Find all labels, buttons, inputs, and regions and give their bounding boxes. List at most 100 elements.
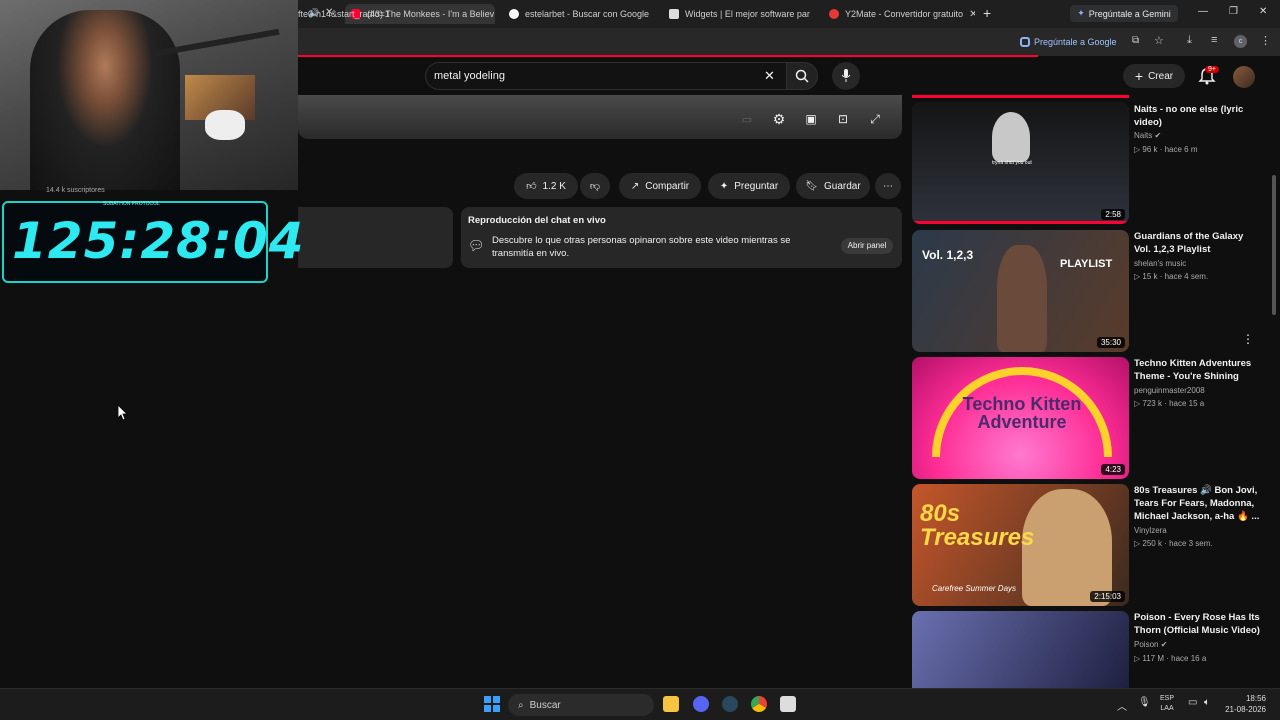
clock-time: 18:56 (1245, 694, 1266, 703)
video-duration: 35:30 (1096, 337, 1125, 348)
sidebar-progress (912, 95, 1129, 98)
recommendation-title[interactable]: Naits - no one else (lyric video) (1134, 103, 1260, 129)
thumbnail-subcaption: Carefree Summer Days (932, 584, 1017, 593)
taskbar-search[interactable]: ⌕ Buscar (508, 694, 654, 716)
recommendation-meta: ▷ 96 k · hace 6 m (1134, 145, 1198, 154)
search-button[interactable] (786, 62, 818, 90)
recommendation-channel[interactable]: Vinylzera (1134, 526, 1167, 535)
browser-tab-3[interactable]: Widgets | El mejor software par ✕ (665, 4, 815, 24)
tab-title: Y2Mate - Convertidor gratuito (845, 9, 964, 19)
clear-search-icon[interactable]: ✕ (764, 68, 775, 84)
recommendation-title[interactable]: Poison - Every Rose Has Its Thorn (Offic… (1134, 611, 1260, 637)
browser-menu-icon[interactable]: ⋮ (1260, 34, 1271, 47)
browser-tab-4[interactable]: Y2Mate - Convertidor gratuito ✕ (825, 4, 975, 24)
language-indicator[interactable]: ESP LAA (1160, 694, 1174, 714)
more-options-icon[interactable]: ⋮ (1242, 332, 1254, 346)
volume-icon[interactable]: 🔈︎ (1204, 697, 1210, 708)
recommendation-thumbnail[interactable] (912, 611, 1129, 688)
network-icon[interactable]: ▭ (1188, 697, 1197, 708)
recommendation-title[interactable]: Techno Kitten Adventures Theme - You're … (1134, 357, 1260, 383)
cat (205, 110, 245, 140)
view-count: 15 k (1142, 272, 1158, 281)
tab-title: estelarbet - Buscar con Google (525, 9, 650, 19)
recommendation-thumbnail[interactable]: 80s Treasures Carefree Summer Days 2:15:… (912, 484, 1129, 606)
sparkle-icon: ✦ (719, 180, 729, 192)
ask-label: Preguntar (734, 180, 779, 192)
page-scrollbar[interactable] (1272, 175, 1276, 315)
user-avatar[interactable] (1233, 66, 1255, 88)
maximize-button[interactable]: ❐ (1229, 6, 1238, 17)
clock-date: 21-08-2026 (1225, 705, 1266, 714)
thumbnail-caption: Vol. 1,2,3 (922, 248, 974, 262)
reading-list-icon[interactable]: ≡ (1211, 34, 1217, 46)
notification-badge: 9+ (1205, 66, 1219, 73)
upload-age: hace 6 m (1164, 145, 1198, 154)
close-icon[interactable]: ✕ (969, 9, 975, 20)
bookmark-star-icon[interactable]: ☆ (1154, 34, 1164, 47)
like-button[interactable]: 👍︎ 1.2 K (514, 173, 578, 199)
mouse-cursor-icon (118, 405, 128, 421)
taskbar-search-placeholder: Buscar (529, 699, 561, 711)
recommendation-channel[interactable]: Naits ✔ (1134, 131, 1161, 140)
ask-button[interactable]: ✦ Preguntar (708, 173, 790, 199)
thumbs-down-icon: 👎︎ (589, 181, 601, 192)
fullscreen-icon[interactable]: ⤢ (866, 110, 884, 128)
url-field[interactable]: fte0-h14&start_radio=1 (298, 9, 390, 19)
discord-icon[interactable] (693, 696, 709, 712)
video-duration: 2:58 (1101, 209, 1125, 220)
browser-tab-2[interactable]: estelarbet - Buscar con Google ✕ (505, 4, 655, 24)
gemini-button[interactable]: ✦ Pregúntale a Gemini (1070, 5, 1178, 22)
recommendation-thumbnail[interactable]: Techno Kitten Adventure 4:23 (912, 357, 1129, 479)
y2mate-icon (829, 9, 839, 19)
upload-age: hace 15 a (1169, 399, 1205, 408)
new-tab-button[interactable]: + (983, 5, 991, 21)
recommendation-title[interactable]: Guardians of the Galaxy Vol. 1,2,3 Playl… (1134, 230, 1260, 256)
recommendation-meta: ▷ 117 M · hace 16 a (1134, 654, 1207, 663)
settings-gear-icon[interactable]: ⚙ (770, 110, 788, 128)
recommendation-thumbnail[interactable]: tryna shut you out 2:58 (912, 102, 1129, 224)
description-box[interactable] (298, 207, 453, 268)
app-icon[interactable] (780, 696, 796, 712)
profile-icon[interactable]: c (1234, 35, 1247, 48)
recommendation-channel[interactable]: Poison ✔ (1134, 640, 1167, 649)
miniplayer-icon[interactable]: ▣ (802, 110, 820, 128)
gemini-label: Pregúntale a Gemini (1088, 8, 1171, 19)
dislike-button[interactable]: 👎︎ (580, 173, 610, 199)
share-icon: ↗ (630, 180, 640, 192)
recommendation-thumbnail[interactable]: Vol. 1,2,3 PLAYLIST 35:30 (912, 230, 1129, 352)
chevron-up-icon[interactable]: ︿ (1117, 698, 1127, 713)
download-icon[interactable]: ⤓ (1187, 34, 1192, 47)
open-panel-button[interactable]: Abrir panel (841, 238, 893, 254)
verified-icon: ✔ (1160, 640, 1168, 649)
install-icon[interactable]: ⧉ (1132, 35, 1139, 46)
google-icon (509, 9, 519, 19)
person-silhouette (30, 10, 180, 190)
channel-name: Naits (1134, 131, 1153, 140)
thumbnail-caption: 80s Treasures (920, 500, 1035, 551)
plus-icon: + (1134, 68, 1144, 84)
microphone-icon[interactable]: 🎙︎ (1138, 697, 1151, 708)
ask-google-button[interactable]: Pregúntale a Google (1020, 34, 1120, 50)
recommendation-channel[interactable]: penguinmaster2008 (1134, 386, 1205, 395)
webcam-overlay (0, 0, 298, 190)
share-button[interactable]: ↗ Compartir (619, 173, 701, 199)
create-button[interactable]: + Crear (1123, 64, 1185, 88)
clock[interactable]: 18:56 21-08-2026 (1224, 693, 1266, 715)
subtitles-icon[interactable]: ▭ (738, 110, 756, 128)
file-explorer-icon[interactable] (663, 696, 679, 712)
chrome-icon[interactable] (751, 696, 767, 712)
more-actions-button[interactable]: ⋯ (875, 173, 901, 199)
close-window-button[interactable]: ✕ (1259, 6, 1267, 17)
voice-search-button[interactable] (832, 62, 860, 90)
windows-start-icon[interactable] (484, 696, 500, 712)
save-button[interactable]: 🔖︎ Guardar (796, 173, 870, 199)
cast-icon[interactable]: ⊡ (834, 110, 852, 128)
more-horizontal-icon: ⋯ (883, 180, 893, 192)
recommendation-title[interactable]: 80s Treasures 🔊 Bon Jovi, Tears For Fear… (1134, 484, 1260, 523)
steam-icon[interactable] (722, 696, 738, 712)
recommendation-channel[interactable]: shelan's music (1134, 259, 1186, 268)
thumbnail-caption: Techno Kitten Adventure (962, 394, 1082, 432)
verified-icon: ✔ (1154, 131, 1162, 140)
playlist-tag: PLAYLIST (1060, 258, 1113, 270)
minimize-button[interactable]: — (1198, 6, 1208, 17)
